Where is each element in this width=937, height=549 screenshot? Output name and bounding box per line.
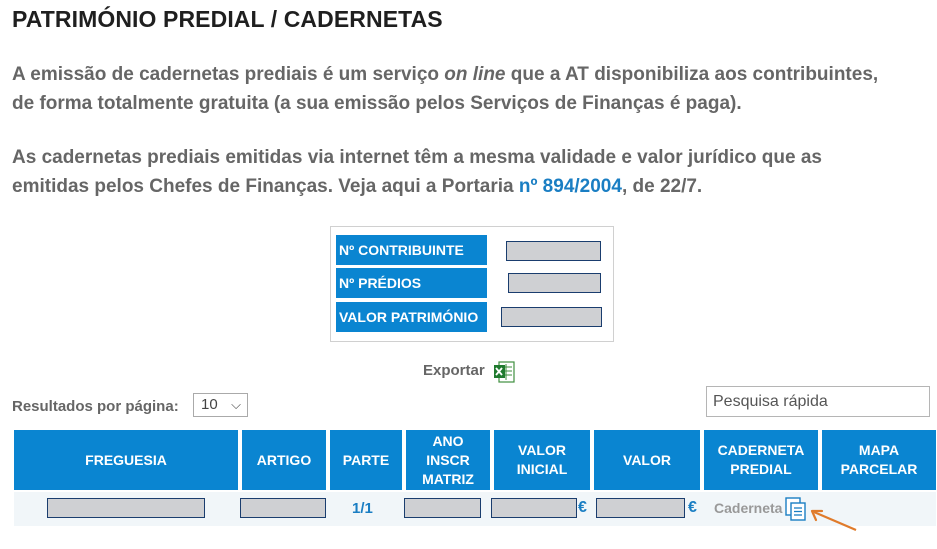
header-label: FREGUESIA bbox=[85, 451, 167, 468]
intro-text: A emissão de cadernetas prediais é um se… bbox=[12, 64, 445, 85]
header-label: PREDIAL bbox=[730, 461, 792, 477]
header-label: VALOR bbox=[623, 451, 671, 468]
header-label: VALOR bbox=[518, 442, 566, 458]
intro-text: As cadernetas prediais emitidas via inte… bbox=[12, 147, 822, 168]
valor-inicial-value-redacted bbox=[491, 498, 577, 518]
predios-label: Nº PRÉDIOS bbox=[336, 268, 487, 298]
header-artigo[interactable]: ARTIGO bbox=[242, 430, 326, 490]
currency-symbol: € bbox=[688, 499, 697, 516]
chevron-down-icon: ⌵ bbox=[231, 397, 241, 412]
header-label: ARTIGO bbox=[256, 451, 312, 468]
header-label: CADERNETA bbox=[717, 442, 805, 458]
artigo-value-redacted bbox=[240, 498, 326, 518]
document-copy-icon[interactable] bbox=[784, 496, 808, 522]
results-per-page-label: Resultados por página: bbox=[12, 398, 179, 415]
header-label: INICIAL bbox=[516, 461, 568, 477]
results-per-page-value: 10 bbox=[201, 396, 218, 413]
intro-paragraph-1: A emissão de cadernetas prediais é um se… bbox=[12, 60, 878, 118]
portaria-link[interactable]: nº 894/2004 bbox=[519, 176, 622, 197]
header-label: INSCR bbox=[426, 451, 470, 468]
quick-search-input[interactable] bbox=[706, 386, 930, 417]
caderneta-link[interactable]: Caderneta bbox=[714, 500, 782, 516]
patrimonio-label: VALOR PATRIMÓNIO bbox=[336, 302, 487, 332]
freguesia-value-redacted bbox=[47, 498, 205, 518]
excel-icon[interactable] bbox=[492, 360, 516, 384]
header-mapa-parcelar[interactable]: MAPA PARCELAR bbox=[822, 430, 936, 490]
page-title: PATRIMÓNIO PREDIAL / CADERNETAS bbox=[12, 6, 443, 32]
header-parte[interactable]: PARTE bbox=[330, 430, 402, 490]
intro-text: de forma totalmente gratuita (a sua emis… bbox=[12, 93, 742, 114]
parte-value: 1/1 bbox=[352, 500, 373, 517]
results-per-page-select[interactable]: 10 ⌵ bbox=[193, 393, 248, 417]
intro-emphasis: on line bbox=[444, 64, 506, 85]
intro-text: que a AT disponibiliza aos contribuintes… bbox=[505, 64, 879, 85]
export-label[interactable]: Exportar bbox=[423, 362, 485, 379]
intro-text: emitidas pelos Chefes de Finanças. Veja … bbox=[12, 176, 519, 197]
header-caderneta-predial[interactable]: CADERNETA PREDIAL bbox=[704, 430, 818, 490]
intro-paragraph-2: As cadernetas prediais emitidas via inte… bbox=[12, 143, 822, 201]
ano-value-redacted bbox=[404, 498, 481, 518]
header-label: MATRIZ bbox=[422, 470, 474, 487]
valor-value-redacted bbox=[596, 498, 685, 518]
summary-table: Nº CONTRIBUINTE Nº PRÉDIOS VALOR PATRIMÓ… bbox=[330, 226, 614, 342]
header-freguesia[interactable]: FREGUESIA bbox=[14, 430, 238, 490]
header-label: PARTE bbox=[342, 451, 390, 468]
header-ano-inscr-matriz[interactable]: ANO INSCR MATRIZ bbox=[406, 430, 490, 490]
header-label: PARCELAR bbox=[840, 461, 918, 477]
patrimonio-value-redacted bbox=[501, 307, 602, 327]
currency-symbol: € bbox=[578, 499, 587, 516]
annotation-arrow-icon bbox=[810, 509, 857, 532]
intro-text: , de 22/7. bbox=[621, 176, 703, 197]
header-valor[interactable]: VALOR bbox=[594, 430, 700, 490]
header-valor-inicial[interactable]: VALOR INICIAL bbox=[494, 430, 590, 490]
header-label: ANO bbox=[432, 432, 464, 449]
contribuinte-label: Nº CONTRIBUINTE bbox=[336, 235, 487, 265]
header-label: MAPA bbox=[858, 442, 900, 458]
predios-value-redacted bbox=[508, 273, 601, 293]
contribuinte-value-redacted bbox=[506, 241, 601, 261]
